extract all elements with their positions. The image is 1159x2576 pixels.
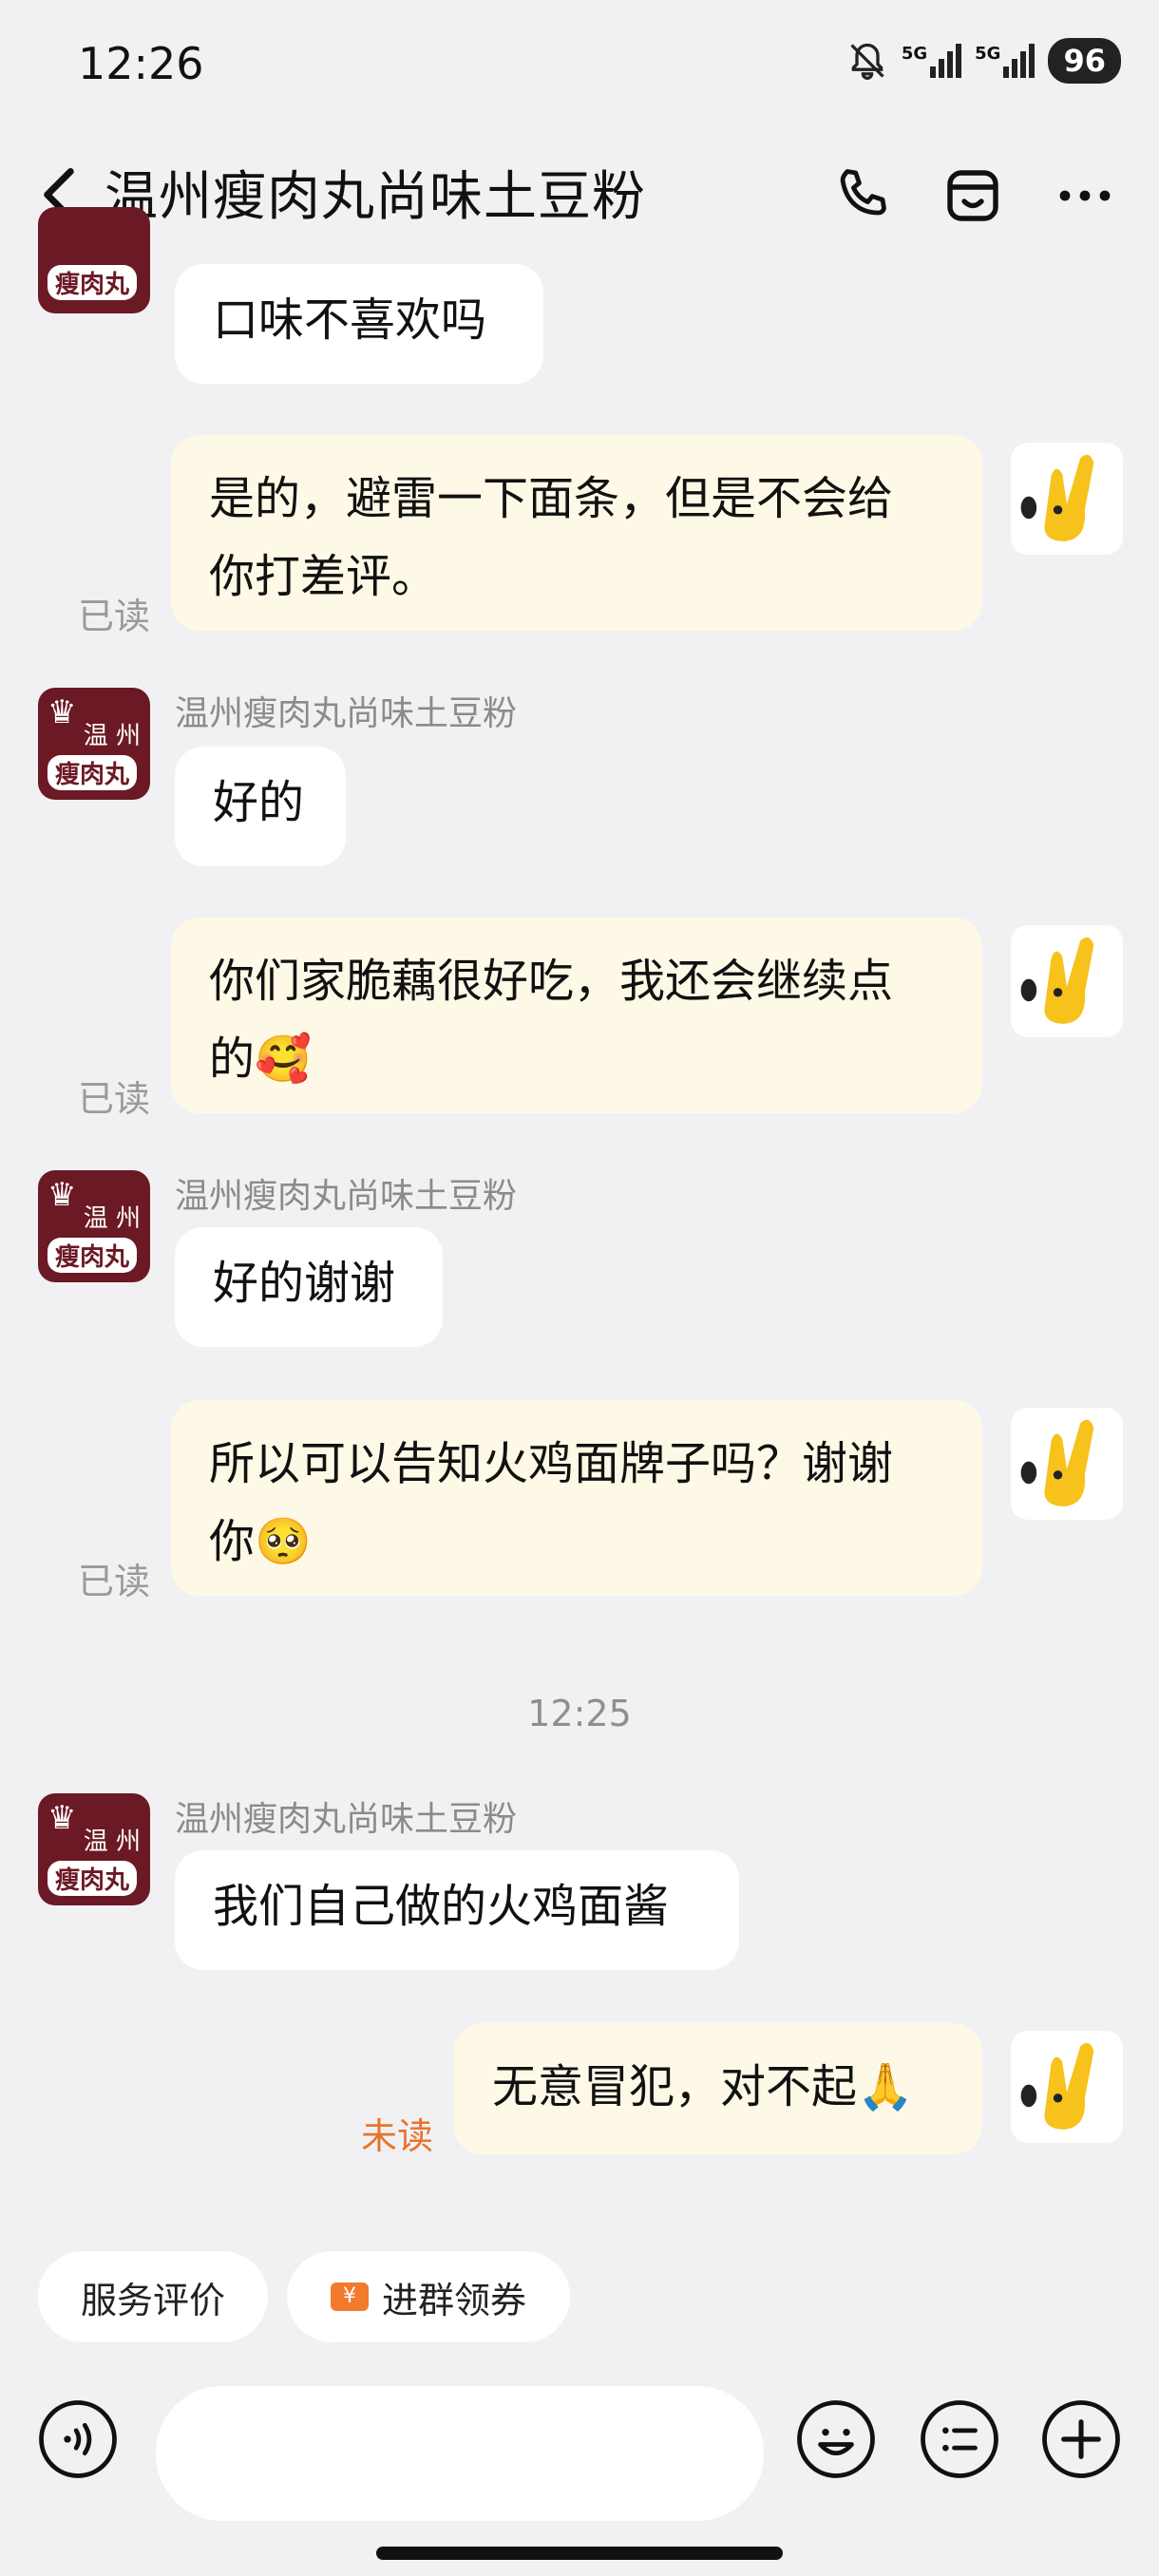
message-line: 你们家脆藕很好吃，我还会继续点	[209, 955, 894, 1008]
mute-notification-icon	[850, 43, 884, 80]
unread-status: 未读	[361, 2115, 434, 2157]
message-bubble-outgoing[interactable]: 你们家脆藕很好吃，我还会继续点 的🥰	[171, 918, 982, 1113]
join-group-coupon-button[interactable]: ¥ 进群领券	[287, 2251, 570, 2342]
message-bubble-incoming[interactable]: 口味不喜欢吗	[175, 264, 543, 384]
shop-avatar-text: 温 州	[83, 1204, 141, 1233]
shop-avatar-text: 瘦肉丸	[48, 755, 138, 790]
message-line: 的🥰	[209, 1032, 312, 1086]
user-avatar[interactable]	[1011, 925, 1123, 1037]
message-bubble-incoming[interactable]: 好的谢谢	[175, 1227, 443, 1347]
read-status: 已读	[78, 596, 151, 637]
message-bubble-incoming[interactable]: 好的	[175, 747, 346, 866]
voice-input-icon[interactable]	[36, 2397, 120, 2481]
emoji-icon[interactable]	[794, 2397, 878, 2481]
user-avatar[interactable]	[1011, 443, 1123, 555]
join-group-label: 进群领券	[381, 2279, 526, 2321]
store-icon[interactable]	[939, 161, 1007, 230]
shop-avatar[interactable]: ♛ 温 州 瘦肉丸	[38, 1170, 150, 1282]
signal-1-label: 5G	[901, 44, 928, 64]
shop-avatar[interactable]: ♛ 温 州 瘦肉丸	[38, 1793, 150, 1905]
shop-avatar-text: 瘦肉丸	[48, 265, 138, 300]
signal-2-icon: 5G	[975, 44, 1036, 78]
message-line: 所以可以告知火鸡面牌子吗？谢谢	[209, 1437, 894, 1490]
read-status: 已读	[78, 1078, 151, 1120]
shop-avatar[interactable]: ♛ 温 州 瘦肉丸	[38, 688, 150, 800]
battery-indicator: 96	[1048, 38, 1121, 84]
message-line: 是的，避雷一下面条，但是不会给	[209, 472, 894, 525]
chat-timestamp: 12:25	[527, 1693, 632, 1734]
status-icons: 5G 5G 96	[846, 32, 1121, 89]
yellow-hand-avatar-icon	[1020, 454, 1094, 541]
sender-name: 温州瘦肉丸尚味土豆粉	[175, 1800, 518, 1839]
message-bubble-outgoing[interactable]: 无意冒犯，对不起🙏	[454, 2023, 982, 2154]
chef-icon: ♛	[48, 1176, 77, 1214]
yellow-hand-avatar-icon	[1020, 2042, 1094, 2130]
service-rating-button[interactable]: 服务评价	[38, 2251, 268, 2342]
user-avatar[interactable]	[1011, 2031, 1123, 2143]
shop-avatar-text: 温 州	[83, 722, 141, 750]
shop-avatar-text: 温 州	[83, 1828, 141, 1856]
yellow-hand-avatar-icon	[1020, 937, 1094, 1024]
add-more-icon[interactable]	[1039, 2397, 1123, 2481]
chef-icon: ♛	[48, 1799, 77, 1837]
shop-avatar[interactable]: 瘦肉丸	[38, 207, 150, 313]
chef-icon: ♛	[48, 693, 77, 731]
message-bubble-outgoing[interactable]: 所以可以告知火鸡面牌子吗？谢谢 你🥺	[171, 1400, 982, 1596]
message-input[interactable]	[156, 2386, 764, 2521]
user-avatar[interactable]	[1011, 1408, 1123, 1520]
yellow-hand-avatar-icon	[1020, 1419, 1094, 1506]
quick-reply-list-icon[interactable]	[918, 2397, 1001, 2481]
coupon-icon: ¥	[330, 2282, 369, 2311]
read-status: 已读	[78, 1561, 151, 1602]
message-line: 你🥺	[209, 1515, 312, 1568]
signal-2-label: 5G	[975, 44, 1001, 64]
sender-name: 温州瘦肉丸尚味土豆粉	[175, 1177, 518, 1216]
phone-icon[interactable]	[828, 161, 897, 230]
message-bubble-incoming[interactable]: 我们自己做的火鸡面酱	[175, 1850, 739, 1970]
shop-avatar-text: 瘦肉丸	[48, 1861, 138, 1896]
message-bubble-outgoing[interactable]: 是的，避雷一下面条，但是不会给 你打差评。	[171, 435, 982, 631]
signal-1-icon: 5G	[901, 44, 962, 78]
status-time: 12:26	[78, 38, 204, 89]
page-title: 温州瘦肉丸尚味土豆粉	[104, 166, 646, 228]
shop-avatar-text: 瘦肉丸	[48, 1238, 138, 1273]
home-indicator[interactable]	[376, 2547, 783, 2560]
message-line: 你打差评。	[209, 550, 438, 603]
sender-name: 温州瘦肉丸尚味土豆粉	[175, 694, 518, 733]
more-options-icon[interactable]	[1051, 161, 1119, 230]
